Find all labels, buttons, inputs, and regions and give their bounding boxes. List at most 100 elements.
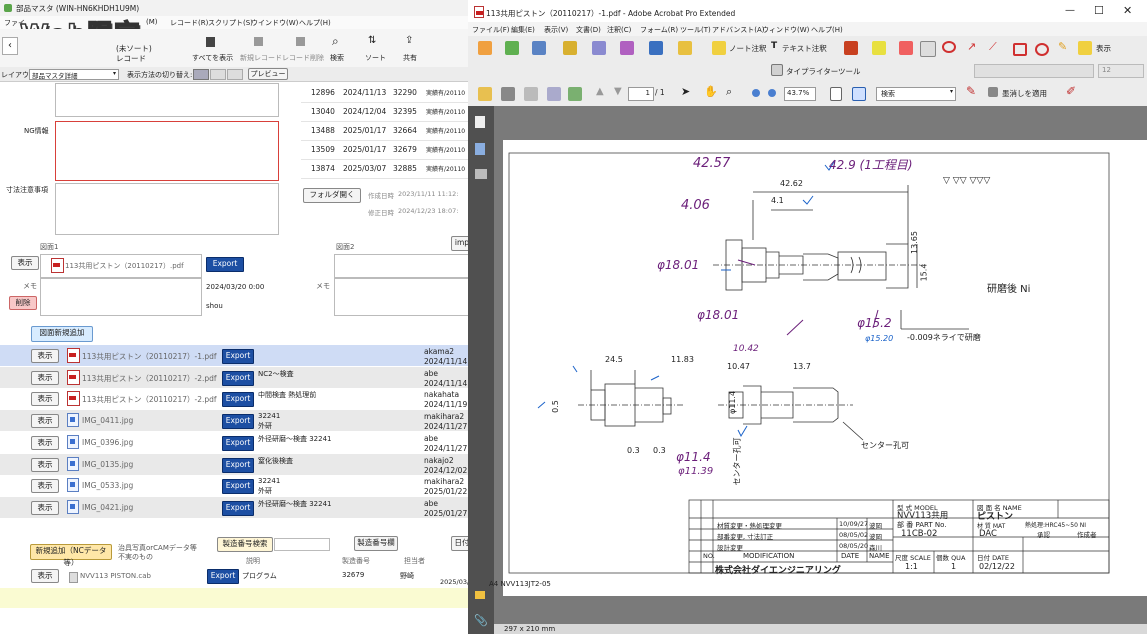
note-comment-button[interactable]: ノート注釈 bbox=[729, 43, 767, 54]
highlight-icon[interactable] bbox=[872, 41, 886, 55]
apply-redaction-button[interactable]: 墨消しを適用 bbox=[1002, 88, 1047, 99]
sort-button[interactable]: ソート bbox=[365, 53, 386, 63]
show-all-icon[interactable] bbox=[206, 37, 215, 47]
menu-m[interactable]: (M) bbox=[146, 18, 158, 26]
ac-menu-item[interactable]: ヘルプ(H) bbox=[811, 25, 843, 35]
attachment-show-button[interactable]: 表示 bbox=[31, 370, 59, 385]
email-icon[interactable] bbox=[547, 87, 561, 101]
print-icon[interactable] bbox=[501, 87, 515, 101]
display-button[interactable]: 表示 bbox=[1096, 43, 1111, 54]
nc-export-button[interactable]: Export bbox=[207, 569, 239, 584]
cloud-icon[interactable] bbox=[942, 41, 956, 53]
fit-width-icon[interactable] bbox=[852, 87, 866, 101]
fig2-container[interactable] bbox=[334, 254, 468, 278]
collaborate-icon[interactable] bbox=[568, 87, 582, 101]
bookmarks-panel-icon[interactable] bbox=[475, 143, 485, 155]
arrow-icon[interactable]: ↗ bbox=[967, 40, 976, 53]
attachments-panel-icon[interactable]: 📎 bbox=[474, 614, 488, 627]
ac-menu-item[interactable]: 表示(V) bbox=[544, 25, 568, 35]
signatures-panel-icon[interactable] bbox=[475, 169, 487, 179]
serial-search-input[interactable] bbox=[274, 538, 330, 551]
prev-page-icon[interactable]: ▲ bbox=[596, 86, 604, 97]
text-comment-button[interactable]: テキスト注釈 bbox=[782, 43, 827, 54]
save-icon[interactable] bbox=[524, 87, 538, 101]
zoom-in-icon[interactable] bbox=[768, 89, 776, 97]
fig1-export-button[interactable]: Export bbox=[206, 257, 244, 272]
next-page-icon[interactable]: ▼ bbox=[614, 86, 622, 97]
fig2-import-button[interactable]: imp bbox=[451, 236, 468, 251]
redact-icon[interactable]: ✎ bbox=[966, 84, 976, 98]
view-list-button[interactable] bbox=[210, 69, 226, 80]
select-tool-icon[interactable]: ➤ bbox=[681, 85, 690, 98]
history-row[interactable]: 13509 2025/01/17 32679 実績有/20110 bbox=[301, 140, 468, 160]
nc-show-button[interactable]: 表示 bbox=[31, 569, 59, 583]
attachment-export-button[interactable]: Export bbox=[222, 392, 254, 408]
note-icon[interactable] bbox=[712, 41, 726, 55]
add-nc-data-button[interactable]: 新規追加（NCデータ等） bbox=[30, 544, 112, 567]
ac-menu-item[interactable]: アドバンスト(A) bbox=[712, 25, 764, 35]
combine-icon[interactable] bbox=[505, 41, 519, 55]
typewriter-icon[interactable] bbox=[771, 64, 783, 76]
menu-help[interactable]: ヘルプ(H) bbox=[299, 18, 331, 28]
layout-select[interactable]: 部品マスタ詳細 ▾ bbox=[29, 69, 119, 80]
forms-icon[interactable] bbox=[620, 41, 634, 55]
oval-icon[interactable] bbox=[1035, 43, 1049, 56]
fig1-memo-field[interactable] bbox=[40, 278, 202, 316]
fig2-memo-field[interactable] bbox=[334, 278, 468, 316]
maximize-icon[interactable]: ☐ bbox=[1094, 4, 1104, 17]
textbox-icon[interactable] bbox=[920, 41, 936, 57]
font-size-select[interactable]: 12 bbox=[1098, 64, 1144, 78]
font-name-select[interactable] bbox=[974, 64, 1094, 78]
attachment-export-button[interactable]: Export bbox=[222, 479, 254, 495]
attachment-export-button[interactable]: Export bbox=[222, 349, 254, 364]
display-icon[interactable] bbox=[1078, 41, 1092, 55]
menu-window[interactable]: ウインドウ(W) bbox=[251, 18, 298, 28]
new-record-icon[interactable] bbox=[254, 37, 263, 46]
redact-mark-icon[interactable]: ✐ bbox=[1066, 84, 1076, 98]
add-drawing-button[interactable]: 図面新規追加 bbox=[31, 326, 93, 342]
open-folder-button[interactable]: フォルダ開く bbox=[303, 188, 361, 203]
stamp-icon[interactable] bbox=[844, 41, 858, 55]
view-form-button[interactable] bbox=[193, 69, 209, 80]
delete-record-icon[interactable] bbox=[296, 37, 305, 46]
history-row[interactable]: 12896 2024/11/13 32290 実績有/20110 bbox=[301, 83, 468, 103]
attachment-export-button[interactable]: Export bbox=[222, 500, 254, 516]
open-folder-icon[interactable] bbox=[478, 87, 492, 101]
ac-menu-item[interactable]: ファイル(F) bbox=[472, 25, 510, 35]
search-icon[interactable]: ⌕ bbox=[332, 34, 339, 49]
history-row[interactable]: 13488 2025/01/17 32664 実績有/20110 bbox=[301, 121, 468, 141]
view-table-button[interactable] bbox=[227, 69, 243, 80]
ac-menu-item[interactable]: 文書(D) bbox=[576, 25, 601, 35]
attachment-export-button[interactable]: Export bbox=[222, 414, 254, 430]
apply-redaction-icon[interactable] bbox=[988, 87, 998, 97]
callout-icon[interactable] bbox=[899, 41, 913, 55]
fig1-delete-button[interactable]: 削除 bbox=[9, 296, 37, 310]
pages-panel-icon[interactable] bbox=[475, 116, 485, 128]
menu-record[interactable]: レコード(R) bbox=[170, 18, 208, 28]
attachment-show-button[interactable]: 表示 bbox=[31, 392, 59, 407]
serial-search-button[interactable]: 製造番号検索 bbox=[217, 537, 273, 552]
fig1-container[interactable]: 113共用ピストン（20110217）.pdf bbox=[40, 254, 202, 278]
history-row[interactable]: 13040 2024/12/04 32395 実績有/20110 bbox=[301, 102, 468, 122]
upper-notes-field[interactable] bbox=[55, 83, 279, 117]
attachment-show-button[interactable]: 表示 bbox=[31, 414, 59, 429]
attachment-show-button[interactable]: 表示 bbox=[31, 435, 59, 450]
history-row[interactable]: 13874 2025/03/07 32885 実績有/20110 bbox=[301, 159, 468, 179]
ng-info-field[interactable] bbox=[55, 121, 279, 181]
fig1-show-button[interactable]: 表示 bbox=[11, 256, 39, 270]
menu-script[interactable]: スクリプト(S) bbox=[208, 18, 253, 28]
ac-menu-item[interactable]: ウィンドウ(W) bbox=[762, 25, 809, 35]
attachment-show-button[interactable]: 表示 bbox=[31, 457, 59, 472]
zoom-tool-icon[interactable]: ⌕ bbox=[726, 85, 732, 99]
ac-menu-item[interactable]: ツール(T) bbox=[680, 25, 711, 35]
serial-column-button[interactable]: 製造番号欄 bbox=[354, 536, 398, 551]
close-icon[interactable]: ✕ bbox=[1123, 4, 1132, 17]
attachment-export-button[interactable]: Export bbox=[222, 435, 254, 451]
create-icon[interactable] bbox=[478, 41, 492, 55]
preview-button[interactable]: プレビュー bbox=[248, 68, 288, 80]
search-button[interactable]: 検索 bbox=[330, 53, 344, 63]
attachment-show-button[interactable]: 表示 bbox=[31, 500, 59, 515]
new-record-button[interactable]: 新規レコード bbox=[240, 53, 282, 63]
sort-icon[interactable]: ⇅ bbox=[368, 35, 376, 46]
attachment-export-button[interactable]: Export bbox=[222, 370, 254, 386]
